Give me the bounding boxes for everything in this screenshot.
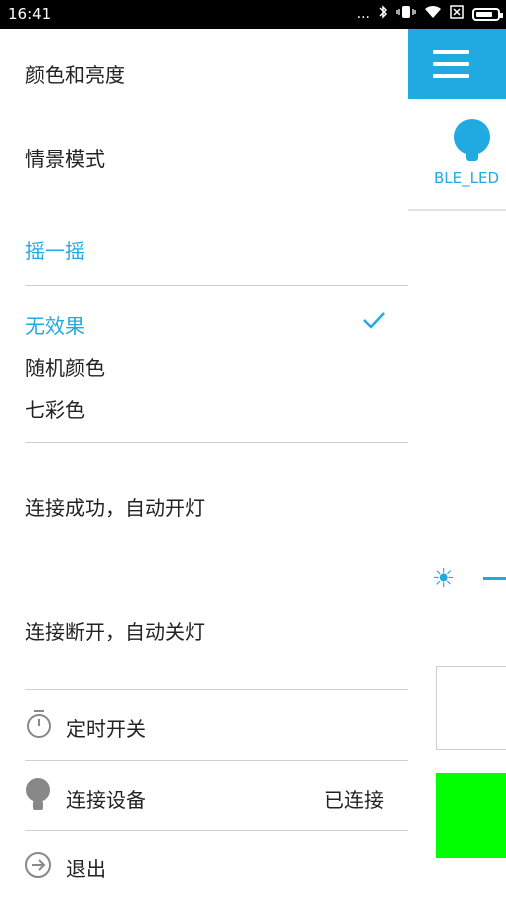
bluetooth-icon — [378, 5, 388, 23]
divider — [25, 442, 408, 443]
device-tab[interactable]: BLE_LED — [408, 99, 506, 211]
status-bar: 16:41 ... — [0, 0, 506, 29]
menu-item-scene-mode[interactable]: 情景模式 — [25, 143, 105, 172]
main-screen: BLE_LED ☀ — [408, 29, 506, 900]
more-dots-icon: ... — [356, 6, 370, 22]
shake-option-random-color[interactable]: 随机颜色 — [25, 352, 105, 381]
status-time: 16:41 — [8, 5, 52, 23]
wifi-icon — [424, 5, 442, 23]
brightness-sun-icon: ☀ — [432, 564, 456, 594]
menu-item-timer[interactable]: 定时开关 — [66, 713, 146, 742]
menu-item-exit[interactable]: 退出 — [66, 853, 106, 882]
navigation-drawer: 颜色和亮度 情景模式 摇一摇 无效果 随机颜色 七彩色 连接成功，自动开灯 连接… — [0, 29, 408, 900]
bulb-icon — [454, 119, 490, 161]
brightness-slider[interactable] — [483, 577, 506, 580]
color-swatch-white[interactable] — [436, 666, 506, 750]
checkmark-icon — [362, 310, 386, 334]
menu-item-color-brightness[interactable]: 颜色和亮度 — [25, 59, 125, 88]
menu-item-connect-device[interactable]: 连接设备 — [66, 784, 146, 813]
shake-option-rainbow[interactable]: 七彩色 — [25, 394, 85, 423]
exit-icon — [25, 851, 53, 883]
toggle-connect-auto-on[interactable]: 连接成功，自动开灯 — [25, 492, 205, 521]
shake-option-no-effect[interactable]: 无效果 — [25, 310, 85, 339]
divider — [25, 689, 408, 690]
divider — [25, 760, 408, 761]
divider — [25, 285, 408, 286]
vibrate-icon — [396, 5, 416, 23]
hamburger-menu-button[interactable] — [408, 29, 506, 99]
shake-section-header: 摇一摇 — [25, 239, 85, 263]
color-swatch-green[interactable] — [436, 773, 506, 858]
battery-icon — [472, 7, 503, 21]
toggle-disconnect-auto-off[interactable]: 连接断开，自动关灯 — [25, 616, 205, 645]
lightbulb-icon — [25, 777, 53, 817]
divider — [25, 830, 408, 831]
connection-status: 已连接 — [324, 788, 384, 812]
timer-icon — [25, 708, 53, 744]
sim-icon — [450, 5, 464, 23]
device-name: BLE_LED — [434, 169, 500, 187]
